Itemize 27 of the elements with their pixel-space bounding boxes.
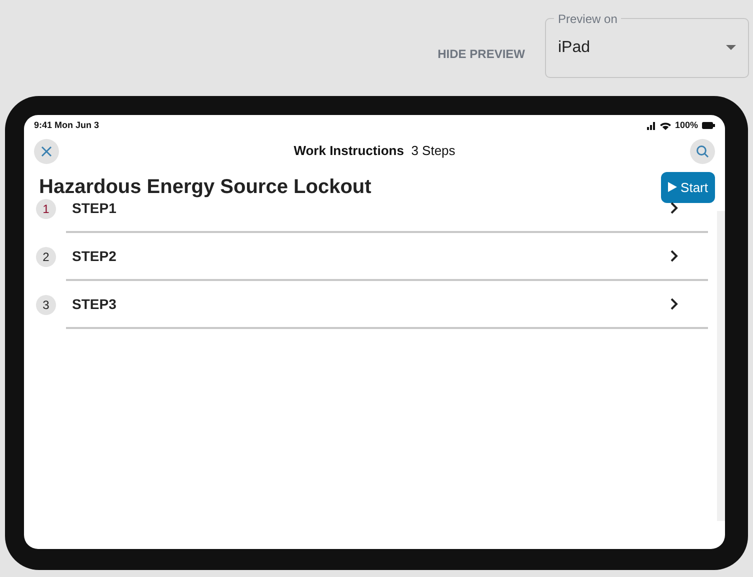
step-number: 3 (36, 295, 56, 315)
close-icon (41, 146, 52, 156)
header-title: Work Instructions (294, 143, 404, 158)
battery-icon (702, 122, 715, 130)
step-label: STEP1 (72, 198, 116, 218)
chevron-right-icon (670, 202, 678, 214)
step-number: 1 (36, 199, 56, 219)
step-number: 2 (36, 247, 56, 267)
hide-preview-button[interactable]: HIDE PREVIEW (438, 45, 525, 63)
chevron-right-icon (670, 298, 678, 310)
step-label: STEP2 (72, 246, 116, 266)
step-row[interactable]: STEP3 (66, 281, 708, 329)
dropdown-caret-icon (726, 45, 736, 51)
search-button[interactable] (690, 138, 715, 164)
battery-percent: 100% (674, 119, 698, 132)
select-value: iPad (558, 38, 592, 58)
start-button[interactable]: Start (660, 172, 715, 203)
status-time: 9:41 Mon Jun 3 (34, 119, 100, 132)
search-icon (696, 144, 709, 158)
step-count: 3 Steps (411, 143, 456, 158)
play-icon (668, 182, 677, 192)
wifi-icon (660, 122, 671, 130)
signal-icon (646, 122, 656, 130)
close-button[interactable] (34, 138, 59, 164)
step-label: STEP3 (72, 294, 116, 314)
step-row[interactable]: STEP2 (66, 233, 708, 281)
chevron-right-icon (670, 250, 678, 262)
